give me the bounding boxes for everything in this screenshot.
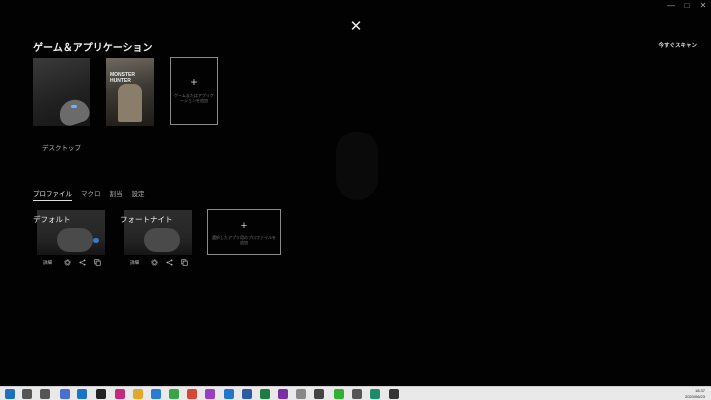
profile-actions: 詳細 — [124, 259, 192, 266]
tab-settings[interactable]: 設定 — [132, 188, 145, 201]
word-icon[interactable] — [242, 389, 252, 399]
app-icon-9[interactable] — [389, 389, 399, 399]
app-icon-8[interactable] — [370, 389, 380, 399]
detail-button[interactable]: 詳細 — [130, 260, 139, 266]
game-caption-desktop: デスクトップ — [42, 145, 81, 152]
tab-macro[interactable]: マクロ — [81, 188, 101, 201]
copy-icon[interactable] — [94, 259, 101, 266]
task-view-icon[interactable] — [40, 389, 50, 399]
chrome-icon[interactable] — [187, 389, 197, 399]
add-profile-button[interactable]: + 選択したアプリ用のプロファイルを追加 — [207, 209, 281, 255]
gear-icon[interactable] — [151, 259, 158, 266]
windows-start-icon[interactable] — [5, 389, 15, 399]
share-icon[interactable] — [79, 259, 86, 266]
profile-name: フォートナイト — [120, 215, 173, 224]
chrome-icon[interactable] — [169, 389, 179, 399]
windows-taskbar: 18:37 2020/06/23 — [0, 386, 711, 400]
clock-date: 2020/06/23 — [684, 393, 705, 399]
profile-tabs: プロファイル マクロ 割当 設定 — [33, 188, 145, 201]
games-section-title: ゲーム＆アプリケーション — [33, 43, 153, 54]
app-icon-1[interactable] — [77, 389, 87, 399]
mouse-image — [56, 95, 90, 126]
tab-assignment[interactable]: 割当 — [110, 188, 123, 201]
minimize-icon[interactable]: — — [664, 1, 678, 10]
logitech-ghub-icon[interactable] — [60, 389, 70, 399]
tab-profile[interactable]: プロファイル — [33, 188, 72, 201]
profile-card-fortnite[interactable]: フォートナイト 詳細 — [120, 210, 192, 270]
add-game-label: ゲームまたはアプリケーションを追加 — [174, 93, 214, 103]
add-profile-label: 選択したアプリ用のプロファイルを追加 — [212, 235, 276, 245]
onenote-icon[interactable] — [278, 389, 288, 399]
copy-icon[interactable] — [181, 259, 188, 266]
scan-now-button[interactable]: 今すぐスキャン — [658, 41, 697, 49]
game-tile-monster-hunter[interactable]: MONSTER HUNTER — [106, 58, 154, 126]
mail-icon[interactable] — [151, 389, 161, 399]
detail-button[interactable]: 詳細 — [43, 260, 52, 266]
close-window-icon[interactable]: ✕ — [696, 1, 710, 10]
plus-icon: + — [240, 220, 248, 232]
search-icon[interactable] — [22, 389, 32, 399]
profile-name: デフォルト — [33, 215, 71, 224]
app-icon-4[interactable] — [205, 389, 215, 399]
line-icon[interactable] — [334, 389, 344, 399]
app-icon-5[interactable] — [296, 389, 306, 399]
edge-icon[interactable] — [224, 389, 234, 399]
game-art-figure — [118, 84, 142, 122]
mouse-image — [144, 228, 180, 252]
app-icon-2[interactable] — [96, 389, 106, 399]
app-icon-7[interactable] — [352, 389, 362, 399]
maximize-icon[interactable]: □ — [680, 1, 694, 10]
game-tile-desktop[interactable] — [33, 58, 90, 126]
app-icon-6[interactable] — [314, 389, 324, 399]
ghub-app-window: — □ ✕ ✕ ゲーム＆アプリケーション 今すぐスキャン デスクトップ MONS… — [0, 0, 711, 386]
mouse-led — [93, 238, 99, 243]
app-icon-3[interactable] — [115, 389, 125, 399]
mouse-image — [57, 228, 93, 252]
add-game-button[interactable]: + ゲームまたはアプリケーションを追加 — [170, 57, 218, 125]
gear-icon[interactable] — [64, 259, 71, 266]
taskbar-clock[interactable]: 18:37 2020/06/23 — [685, 388, 705, 399]
background-mouse-image — [336, 132, 378, 200]
game-art-title: MONSTER HUNTER — [110, 72, 135, 84]
mouse-led — [71, 105, 77, 108]
plus-icon: + — [190, 75, 198, 89]
share-icon[interactable] — [166, 259, 173, 266]
profile-card-default[interactable]: デフォルト 詳細 — [33, 210, 105, 270]
close-icon[interactable]: ✕ — [349, 19, 363, 34]
profile-actions: 詳細 — [37, 259, 105, 266]
excel-icon[interactable] — [260, 389, 270, 399]
file-explorer-icon[interactable] — [133, 389, 143, 399]
